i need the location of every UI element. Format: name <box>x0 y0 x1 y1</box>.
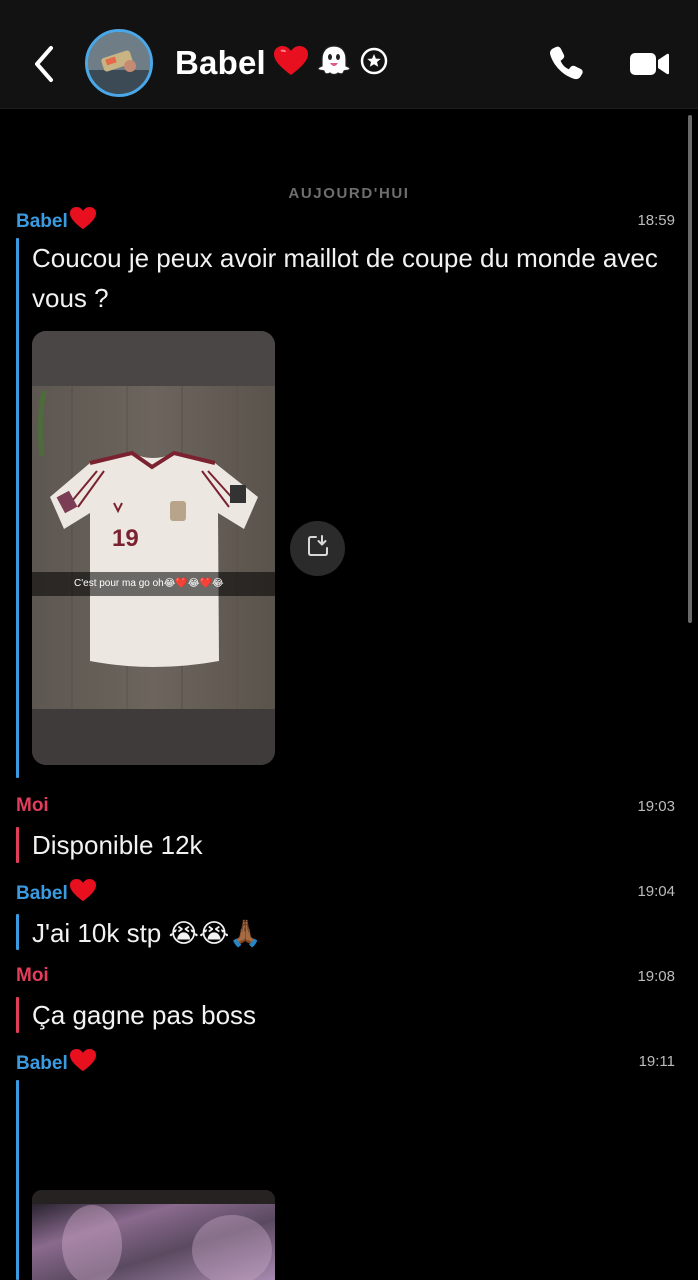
blurred-photo <box>32 1190 275 1280</box>
heart-icon <box>69 879 96 908</box>
snap-media-thumbnail[interactable] <box>32 1190 275 1280</box>
message-time: 19:11 <box>638 1053 675 1070</box>
video-camera-icon[interactable] <box>629 49 669 79</box>
back-chevron-icon[interactable] <box>30 44 60 84</box>
jersey-photo: 19 <box>32 331 275 765</box>
svg-text:19: 19 <box>112 525 139 552</box>
message-time: 18:59 <box>637 212 675 229</box>
message-text[interactable]: J'ai 10k stp 😭😭🙏🏾 <box>32 913 262 953</box>
heart-icon <box>69 207 96 236</box>
message-bar <box>16 914 19 950</box>
contact-title[interactable]: Babel <box>175 40 388 86</box>
avatar[interactable] <box>85 29 153 97</box>
sender-label: Babel <box>16 207 96 236</box>
sender-label: Moi <box>16 795 49 816</box>
save-to-chat-button[interactable] <box>290 521 345 576</box>
message-time: 19:04 <box>637 883 675 900</box>
sender-label: Babel <box>16 1049 96 1078</box>
contact-name: Babel <box>175 44 266 81</box>
star-badge-icon <box>360 47 388 80</box>
message-bar <box>16 1080 19 1280</box>
heart-icon <box>273 45 308 81</box>
message-bar <box>16 997 19 1033</box>
phone-icon[interactable] <box>548 45 584 81</box>
message-time: 19:08 <box>637 968 675 985</box>
message-text[interactable]: Disponible 12k <box>32 825 203 865</box>
snap-media-thumbnail[interactable]: 19 C'est pour ma go oh😂❤️😂❤️😂 <box>32 331 275 765</box>
message-time: 19:03 <box>637 798 675 815</box>
sender-label: Moi <box>16 965 49 986</box>
heart-icon <box>69 1049 96 1078</box>
save-icon <box>306 534 330 563</box>
date-separator: AUJOURD'HUI <box>288 185 410 202</box>
ghost-icon <box>316 44 352 83</box>
message-bar <box>16 238 19 778</box>
message-bar <box>16 827 19 863</box>
chat-header: Babel <box>0 0 698 109</box>
message-text[interactable]: Ça gagne pas boss <box>32 995 256 1035</box>
message-text[interactable]: Coucou je peux avoir maillot de coupe du… <box>32 238 672 318</box>
snap-caption: C'est pour ma go oh😂❤️😂❤️😂 <box>32 572 275 596</box>
sender-label: Babel <box>16 879 96 908</box>
